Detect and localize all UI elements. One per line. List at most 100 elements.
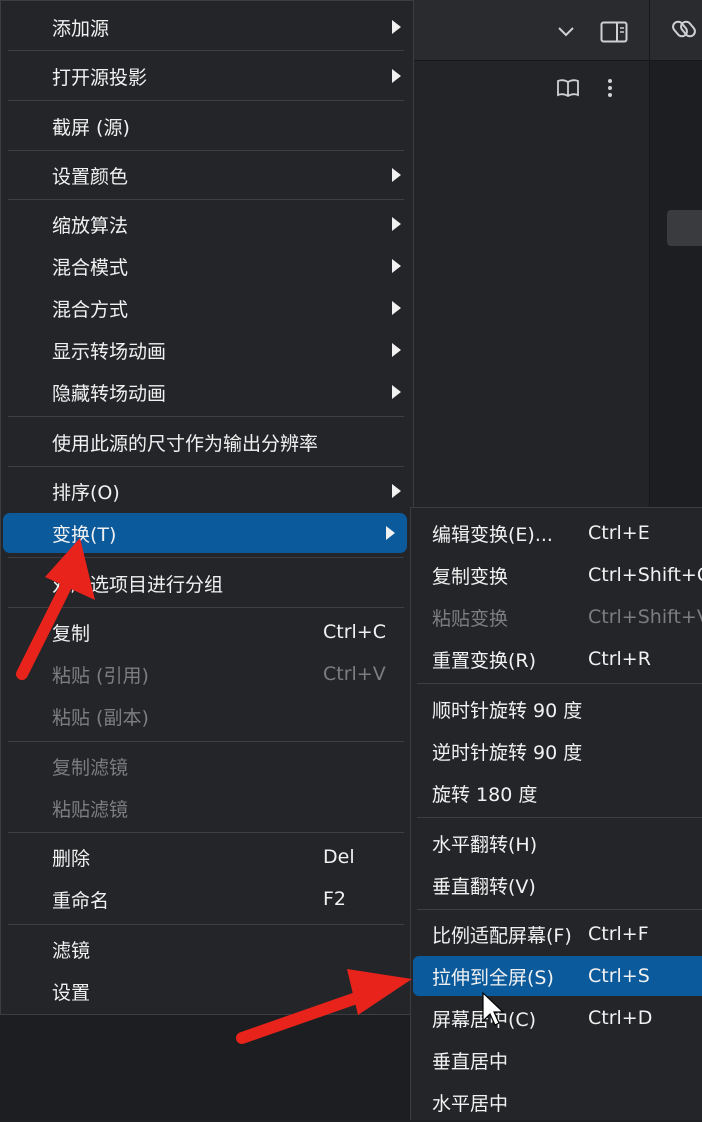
submenu-arrow-icon — [392, 259, 401, 273]
submenu-arrow-icon — [392, 484, 401, 498]
menu-item-label: 显示转场动画 — [52, 340, 167, 363]
menu-item-label: 垂直居中 — [432, 1050, 509, 1073]
menu-separator — [8, 416, 404, 417]
submenu-arrow-icon — [392, 343, 401, 357]
menu-item-label: 粘贴 (副本) — [52, 706, 149, 729]
menu-item-label: 屏幕居中(C) — [432, 1008, 537, 1031]
menu-item-shortcut: F2 — [323, 888, 347, 910]
menu-item-filters[interactable]: 滤镜 — [1, 929, 413, 969]
menu-item-blend-method[interactable]: 混合方式 — [1, 288, 413, 328]
menu-separator — [8, 100, 404, 101]
menu-item-label: 粘贴 (引用) — [52, 664, 149, 687]
menu-item-paste-duplicate: 粘贴 (副本) — [1, 696, 413, 736]
menu-item-paste-reference: 粘贴 (引用) Ctrl+V — [1, 654, 413, 694]
menu-item-label: 水平居中 — [432, 1092, 509, 1115]
menu-item-label: 粘贴变换 — [432, 607, 509, 630]
menu-item-label: 粘贴滤镜 — [52, 798, 129, 821]
menu-item-label: 添加源 — [52, 17, 110, 40]
submenu-item-rotate-cw[interactable]: 顺时针旋转 90 度 — [411, 689, 702, 729]
menu-item-shortcut: Ctrl+D — [588, 1007, 653, 1029]
menu-item-label: 设置颜色 — [52, 165, 129, 188]
submenu-item-horizontal-center[interactable]: 水平居中 — [411, 1082, 702, 1122]
submenu-item-rotate-ccw[interactable]: 逆时针旋转 90 度 — [411, 731, 702, 771]
submenu-item-edit-transform[interactable]: 编辑变换(E)... Ctrl+E — [411, 513, 702, 553]
menu-item-add-source[interactable]: 添加源 — [1, 7, 413, 47]
menu-item-label: 编辑变换(E)... — [432, 523, 553, 546]
menu-item-blend-mode[interactable]: 混合模式 — [1, 246, 413, 286]
submenu-arrow-icon — [392, 301, 401, 315]
menu-separator — [8, 832, 404, 833]
submenu-item-paste-transform: 粘贴变换 Ctrl+Shift+V — [411, 597, 702, 637]
submenu-item-stretch-to-screen[interactable]: 拉伸到全屏(S) Ctrl+S — [413, 956, 702, 996]
background-button[interactable] — [667, 210, 702, 246]
submenu-item-fit-to-screen[interactable]: 比例适配屏幕(F) Ctrl+F — [411, 914, 702, 954]
menu-item-delete[interactable]: 删除 Del — [1, 837, 413, 877]
menu-item-shortcut: Ctrl+Shift+C — [588, 564, 702, 586]
menu-item-open-projector[interactable]: 打开源投影 — [1, 56, 413, 96]
menu-item-label: 拉伸到全屏(S) — [432, 966, 554, 989]
menu-item-label: 顺时针旋转 90 度 — [432, 699, 583, 722]
menu-item-label: 重命名 — [52, 889, 110, 912]
submenu-item-rotate-180[interactable]: 旋转 180 度 — [411, 773, 702, 813]
menu-separator — [8, 199, 404, 200]
menu-item-hide-transition[interactable]: 隐藏转场动画 — [1, 372, 413, 412]
menu-item-screenshot[interactable]: 截屏 (源) — [1, 106, 413, 146]
submenu-arrow-icon — [392, 385, 401, 399]
menu-item-label: 删除 — [52, 847, 91, 870]
menu-item-shortcut: Ctrl+E — [588, 522, 650, 544]
submenu-item-center-to-screen[interactable]: 屏幕居中(C) Ctrl+D — [411, 998, 702, 1038]
menu-item-label: 打开源投影 — [52, 66, 148, 89]
menu-item-label: 混合方式 — [52, 298, 129, 321]
menu-item-label: 水平翻转(H) — [432, 833, 538, 856]
menu-item-copy-filters: 复制滤镜 — [1, 746, 413, 786]
menu-item-properties[interactable]: 设置 — [1, 971, 413, 1011]
submenu-item-flip-horizontal[interactable]: 水平翻转(H) — [411, 823, 702, 863]
menu-item-label: 复制滤镜 — [52, 756, 129, 779]
book-icon[interactable] — [554, 76, 582, 100]
menu-item-label: 使用此源的尺寸作为输出分辨率 — [52, 432, 319, 455]
menu-item-label: 截屏 (源) — [52, 116, 130, 139]
menu-item-label: 复制变换 — [432, 565, 509, 588]
menu-item-resize-output[interactable]: 使用此源的尺寸作为输出分辨率 — [1, 422, 413, 462]
menu-item-label: 滤镜 — [52, 939, 91, 962]
link-icon[interactable] — [670, 14, 702, 46]
menu-item-copy[interactable]: 复制 Ctrl+C — [1, 612, 413, 652]
menu-item-scale-filtering[interactable]: 缩放算法 — [1, 204, 413, 244]
more-vertical-icon[interactable] — [598, 76, 622, 100]
menu-item-shortcut: Ctrl+S — [588, 965, 650, 987]
submenu-item-flip-vertical[interactable]: 垂直翻转(V) — [411, 865, 702, 905]
menu-separator — [8, 557, 404, 558]
submenu-item-reset-transform[interactable]: 重置变换(R) Ctrl+R — [411, 639, 702, 679]
submenu-item-vertical-center[interactable]: 垂直居中 — [411, 1040, 702, 1080]
menu-item-label: 复制 — [52, 622, 91, 645]
menu-item-paste-filters: 粘贴滤镜 — [1, 788, 413, 828]
menu-item-set-color[interactable]: 设置颜色 — [1, 155, 413, 195]
menu-item-label: 逆时针旋转 90 度 — [432, 741, 583, 764]
menu-item-label: 排序(O) — [52, 481, 120, 504]
menu-item-shortcut: Ctrl+V — [323, 663, 386, 685]
menu-separator — [8, 741, 404, 742]
menu-separator — [8, 150, 404, 151]
submenu-arrow-icon — [386, 526, 395, 540]
menu-item-label: 垂直翻转(V) — [432, 875, 536, 898]
menu-separator — [417, 683, 702, 684]
submenu-item-copy-transform[interactable]: 复制变换 Ctrl+Shift+C — [411, 555, 702, 595]
menu-item-order[interactable]: 排序(O) — [1, 471, 413, 511]
submenu-arrow-icon — [392, 217, 401, 231]
sidebar-toggle-icon[interactable] — [598, 16, 630, 48]
menu-item-rename[interactable]: 重命名 F2 — [1, 879, 413, 919]
background-right-panel — [650, 61, 702, 521]
menu-item-label: 设置 — [52, 981, 91, 1004]
submenu-arrow-icon — [392, 168, 401, 182]
menu-item-shortcut: Ctrl+R — [588, 648, 651, 670]
menu-item-shortcut: Ctrl+C — [323, 621, 386, 643]
menu-item-show-transition[interactable]: 显示转场动画 — [1, 330, 413, 370]
menu-item-shortcut: Ctrl+Shift+V — [588, 606, 702, 628]
chevron-down-icon[interactable] — [554, 20, 578, 44]
menu-item-shortcut: Ctrl+F — [588, 923, 649, 945]
menu-separator — [8, 607, 404, 608]
menu-item-label: 旋转 180 度 — [432, 783, 538, 806]
menu-item-transform[interactable]: 变换(T) — [3, 513, 407, 553]
menu-item-group-selected[interactable]: 对所选项目进行分组 — [1, 563, 413, 603]
menu-separator — [417, 909, 702, 910]
